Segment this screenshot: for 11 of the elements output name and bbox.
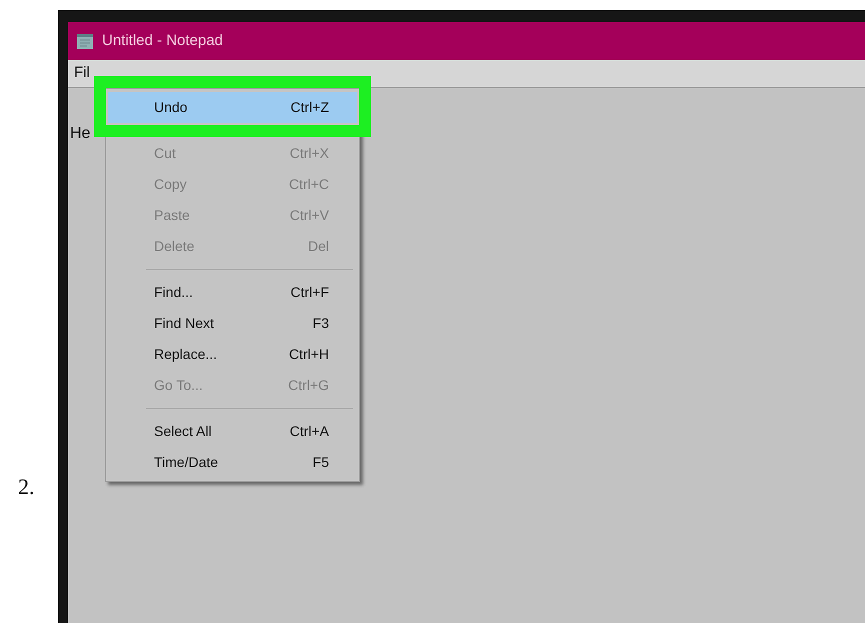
step-number: 2.	[18, 474, 34, 499]
menu-item[interactable]: Fil	[70, 62, 94, 85]
menu-item[interactable]: Find... Ctrl+F	[108, 277, 357, 308]
notepad-icon	[76, 32, 94, 50]
window-title: Untitled - Notepad	[102, 30, 223, 51]
menu-item[interactable]: Select All Ctrl+A	[108, 416, 357, 447]
document-text: He	[70, 125, 90, 142]
menu-item[interactable]: Find Next F3	[108, 308, 357, 339]
menu-item[interactable]: Time/Date F5	[108, 447, 357, 478]
menu-item[interactable]: Replace... Ctrl+H	[108, 339, 357, 370]
menu-item[interactable]: Undo Ctrl+Z	[108, 92, 357, 123]
